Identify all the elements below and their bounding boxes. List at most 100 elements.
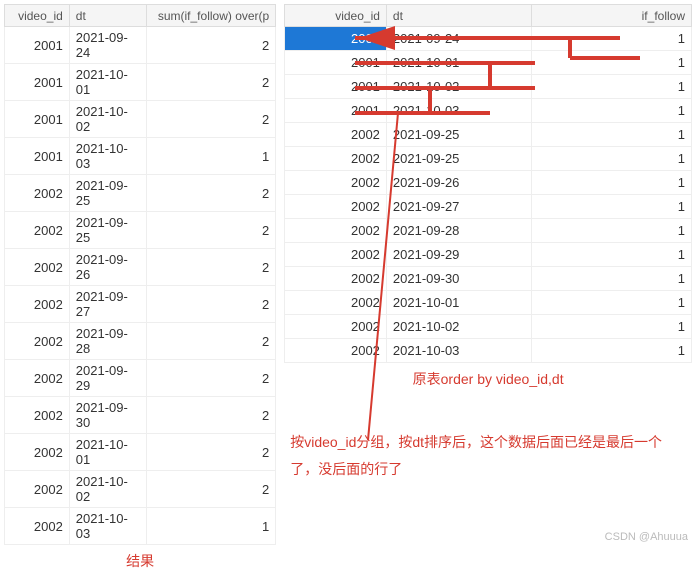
cell-dt[interactable]: 2021-09-25	[69, 175, 146, 212]
cell-video-id[interactable]: 2002	[5, 397, 70, 434]
cell-video-id[interactable]: 2001	[5, 138, 70, 175]
col-header-video-id-r[interactable]: video_id	[285, 5, 387, 27]
col-header-if-follow[interactable]: if_follow	[532, 5, 692, 27]
cell-dt[interactable]: 2021-09-25	[69, 212, 146, 249]
cell-val[interactable]: 2	[147, 101, 276, 138]
cell-dt[interactable]: 2021-09-29	[386, 243, 531, 267]
table-row[interactable]: 20012021-09-241	[285, 27, 692, 51]
table-row[interactable]: 20012021-10-022	[5, 101, 276, 138]
table-row[interactable]: 20012021-10-031	[5, 138, 276, 175]
cell-val[interactable]: 2	[147, 175, 276, 212]
cell-val[interactable]: 2	[147, 27, 276, 64]
table-row[interactable]: 20022021-09-301	[285, 267, 692, 291]
cell-dt[interactable]: 2021-10-02	[386, 75, 531, 99]
cell-val[interactable]: 2	[147, 286, 276, 323]
table-row[interactable]: 20022021-09-262	[5, 249, 276, 286]
cell-val[interactable]: 1	[532, 195, 692, 219]
table-row[interactable]: 20022021-09-251	[285, 147, 692, 171]
cell-val[interactable]: 2	[147, 212, 276, 249]
cell-dt[interactable]: 2021-09-28	[69, 323, 146, 360]
cell-video-id[interactable]: 2002	[5, 286, 70, 323]
cell-dt[interactable]: 2021-10-01	[386, 291, 531, 315]
cell-dt[interactable]: 2021-09-28	[386, 219, 531, 243]
cell-video-id[interactable]: 2001	[285, 99, 387, 123]
table-row[interactable]: 20012021-10-021	[285, 75, 692, 99]
cell-val[interactable]: 1	[532, 267, 692, 291]
cell-val[interactable]: 1	[532, 75, 692, 99]
cell-dt[interactable]: 2021-09-25	[386, 123, 531, 147]
cell-video-id[interactable]: 2001	[5, 27, 70, 64]
cell-video-id[interactable]: 2002	[5, 175, 70, 212]
cell-val[interactable]: 1	[532, 51, 692, 75]
cell-val[interactable]: 1	[532, 171, 692, 195]
cell-dt[interactable]: 2021-09-30	[386, 267, 531, 291]
table-row[interactable]: 20022021-10-031	[285, 339, 692, 363]
cell-video-id[interactable]: 2002	[285, 243, 387, 267]
cell-dt[interactable]: 2021-09-26	[386, 171, 531, 195]
cell-video-id[interactable]: 2002	[285, 219, 387, 243]
cell-val[interactable]: 1	[532, 147, 692, 171]
cell-dt[interactable]: 2021-09-24	[69, 27, 146, 64]
cell-video-id[interactable]: 2002	[5, 249, 70, 286]
cell-video-id[interactable]: 2002	[5, 212, 70, 249]
cell-video-id[interactable]: 2002	[5, 360, 70, 397]
cell-video-id[interactable]: 2002	[5, 471, 70, 508]
cell-val[interactable]: 1	[532, 219, 692, 243]
table-row[interactable]: 20022021-09-252	[5, 212, 276, 249]
cell-val[interactable]: 2	[147, 323, 276, 360]
cell-video-id[interactable]: 2002	[285, 339, 387, 363]
cell-video-id[interactable]: 2001	[5, 64, 70, 101]
cell-val[interactable]: 2	[147, 64, 276, 101]
cell-val[interactable]: 1	[147, 508, 276, 545]
col-header-sum[interactable]: sum(if_follow) over(p	[147, 5, 276, 27]
table-row[interactable]: 20022021-10-021	[285, 315, 692, 339]
cell-dt[interactable]: 2021-10-02	[69, 471, 146, 508]
cell-dt[interactable]: 2021-10-03	[386, 339, 531, 363]
table-row[interactable]: 20012021-10-012	[5, 64, 276, 101]
col-header-dt-r[interactable]: dt	[386, 5, 531, 27]
cell-val[interactable]: 2	[147, 434, 276, 471]
cell-dt[interactable]: 2021-10-01	[69, 434, 146, 471]
table-row[interactable]: 20012021-09-242	[5, 27, 276, 64]
cell-val[interactable]: 2	[147, 360, 276, 397]
cell-val[interactable]: 1	[532, 339, 692, 363]
table-row[interactable]: 20012021-10-031	[285, 99, 692, 123]
cell-video-id[interactable]: 2002	[285, 123, 387, 147]
cell-dt[interactable]: 2021-10-03	[69, 138, 146, 175]
col-header-dt[interactable]: dt	[69, 5, 146, 27]
table-row[interactable]: 20022021-09-302	[5, 397, 276, 434]
table-row[interactable]: 20022021-09-281	[285, 219, 692, 243]
table-row[interactable]: 20022021-10-011	[285, 291, 692, 315]
table-row[interactable]: 20022021-09-271	[285, 195, 692, 219]
table-row[interactable]: 20022021-09-252	[5, 175, 276, 212]
table-row[interactable]: 20022021-09-291	[285, 243, 692, 267]
cell-val[interactable]: 2	[147, 397, 276, 434]
cell-video-id[interactable]: 2002	[285, 267, 387, 291]
cell-video-id[interactable]: 2002	[5, 323, 70, 360]
col-header-video-id[interactable]: video_id	[5, 5, 70, 27]
cell-video-id[interactable]: 2002	[285, 147, 387, 171]
cell-video-id[interactable]: 2002	[5, 434, 70, 471]
table-row[interactable]: 20022021-10-031	[5, 508, 276, 545]
cell-video-id[interactable]: 2002	[285, 195, 387, 219]
cell-val[interactable]: 1	[147, 138, 276, 175]
table-row[interactable]: 20022021-09-272	[5, 286, 276, 323]
table-row[interactable]: 20022021-09-282	[5, 323, 276, 360]
cell-dt[interactable]: 2021-10-01	[386, 51, 531, 75]
cell-video-id[interactable]: 2001	[5, 101, 70, 138]
cell-video-id[interactable]: 2001	[285, 51, 387, 75]
table-row[interactable]: 20022021-09-251	[285, 123, 692, 147]
cell-val[interactable]: 1	[532, 315, 692, 339]
cell-video-id[interactable]: 2002	[285, 291, 387, 315]
cell-dt[interactable]: 2021-09-27	[386, 195, 531, 219]
cell-video-id[interactable]: 2002	[285, 315, 387, 339]
cell-video-id[interactable]: 2001	[285, 75, 387, 99]
cell-val[interactable]: 2	[147, 249, 276, 286]
cell-dt[interactable]: 2021-10-03	[69, 508, 146, 545]
cell-val[interactable]: 1	[532, 243, 692, 267]
cell-val[interactable]: 1	[532, 27, 692, 51]
cell-dt[interactable]: 2021-10-02	[69, 101, 146, 138]
table-row[interactable]: 20022021-10-022	[5, 471, 276, 508]
cell-val[interactable]: 2	[147, 471, 276, 508]
table-row[interactable]: 20012021-10-011	[285, 51, 692, 75]
